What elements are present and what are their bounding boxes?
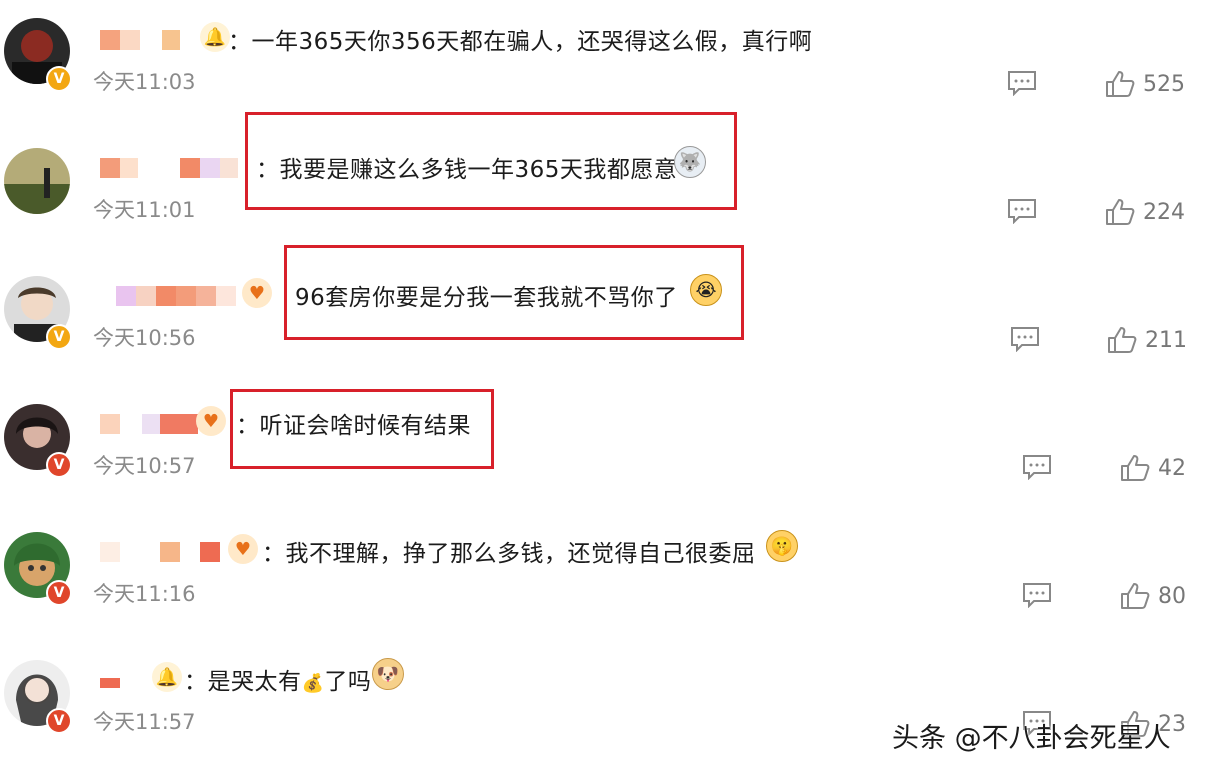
like-count: 42 xyxy=(1158,456,1186,481)
comment-text-wrap: ：是哭太有💰了吗 xyxy=(184,662,371,696)
username-mosaic xyxy=(100,30,210,50)
username-mosaic xyxy=(100,158,250,178)
highlight-box xyxy=(284,245,744,340)
username-mosaic xyxy=(100,542,230,562)
comment-time: 今天11:57 xyxy=(93,710,196,734)
comment-icon[interactable] xyxy=(1010,326,1040,352)
verified-badge-icon: V xyxy=(46,452,72,478)
thumbs-up-icon[interactable] xyxy=(1105,198,1135,226)
verified-badge-icon: V xyxy=(46,708,72,734)
comment-icon[interactable] xyxy=(1007,70,1037,96)
username-mosaic xyxy=(100,670,140,690)
like-count: 224 xyxy=(1143,200,1185,225)
thumbs-up-icon[interactable] xyxy=(1105,70,1135,98)
thumbs-up-icon[interactable] xyxy=(1107,326,1137,354)
comment-time: 今天10:56 xyxy=(93,326,196,350)
verified-badge-icon: V xyxy=(46,324,72,350)
comment-text: ：是哭太有 xyxy=(184,669,302,695)
fan-badge-icon: ♥ xyxy=(228,534,258,564)
watermark: 头条 @不八卦会死星人 xyxy=(892,723,1171,754)
thumbs-up-icon[interactable] xyxy=(1120,582,1150,610)
like-count: 80 xyxy=(1158,584,1186,609)
fan-badge-icon: ♥ xyxy=(242,278,272,308)
comment-text-end: 了吗 xyxy=(324,669,372,695)
comment-text: ：我不理解，挣了那么多钱，还觉得自己很委屈 xyxy=(262,541,756,567)
like-count: 211 xyxy=(1145,328,1187,353)
comment-icon[interactable] xyxy=(1022,582,1052,608)
comment-icon[interactable] xyxy=(1022,454,1052,480)
comment-text: ：一年365天你356天都在骗人，还哭得这么假，真行啊 xyxy=(228,29,813,55)
comment-item: V 🔔 ：一年365天你356天都在骗人，还哭得这么假，真行啊 今天11:03 … xyxy=(0,0,1232,128)
emoji-icon: 🐶 xyxy=(372,658,404,690)
comment-time: 今天11:03 xyxy=(93,70,196,94)
thumbs-up-icon[interactable] xyxy=(1120,454,1150,482)
comment-item: V ♥ ：我不理解，挣了那么多钱，还觉得自己很委屈 🤫 今天11:16 80 xyxy=(0,512,1232,640)
fan-badge-icon: 🔔 xyxy=(200,22,230,52)
verified-badge-icon: V xyxy=(46,580,72,606)
like-count: 525 xyxy=(1143,72,1185,97)
comment-time: 今天11:01 xyxy=(93,198,196,222)
comment-item: V ♥ ：听证会啥时候有结果 今天10:57 42 xyxy=(0,384,1232,512)
username-mosaic xyxy=(100,414,200,434)
emoji-icon: 🤫 xyxy=(766,530,798,562)
username-mosaic xyxy=(96,286,246,306)
fan-badge-icon: 🔔 xyxy=(152,662,182,692)
comment-time: 今天11:16 xyxy=(93,582,196,606)
verified-badge-icon: V xyxy=(46,66,72,92)
highlight-box xyxy=(245,112,737,210)
fan-badge-icon: ♥ xyxy=(196,406,226,436)
comment-icon[interactable] xyxy=(1007,198,1037,224)
comment-time: 今天10:57 xyxy=(93,454,196,478)
highlight-box xyxy=(230,389,494,469)
avatar[interactable] xyxy=(4,148,70,214)
money-bag-icon: 💰 xyxy=(301,673,325,694)
